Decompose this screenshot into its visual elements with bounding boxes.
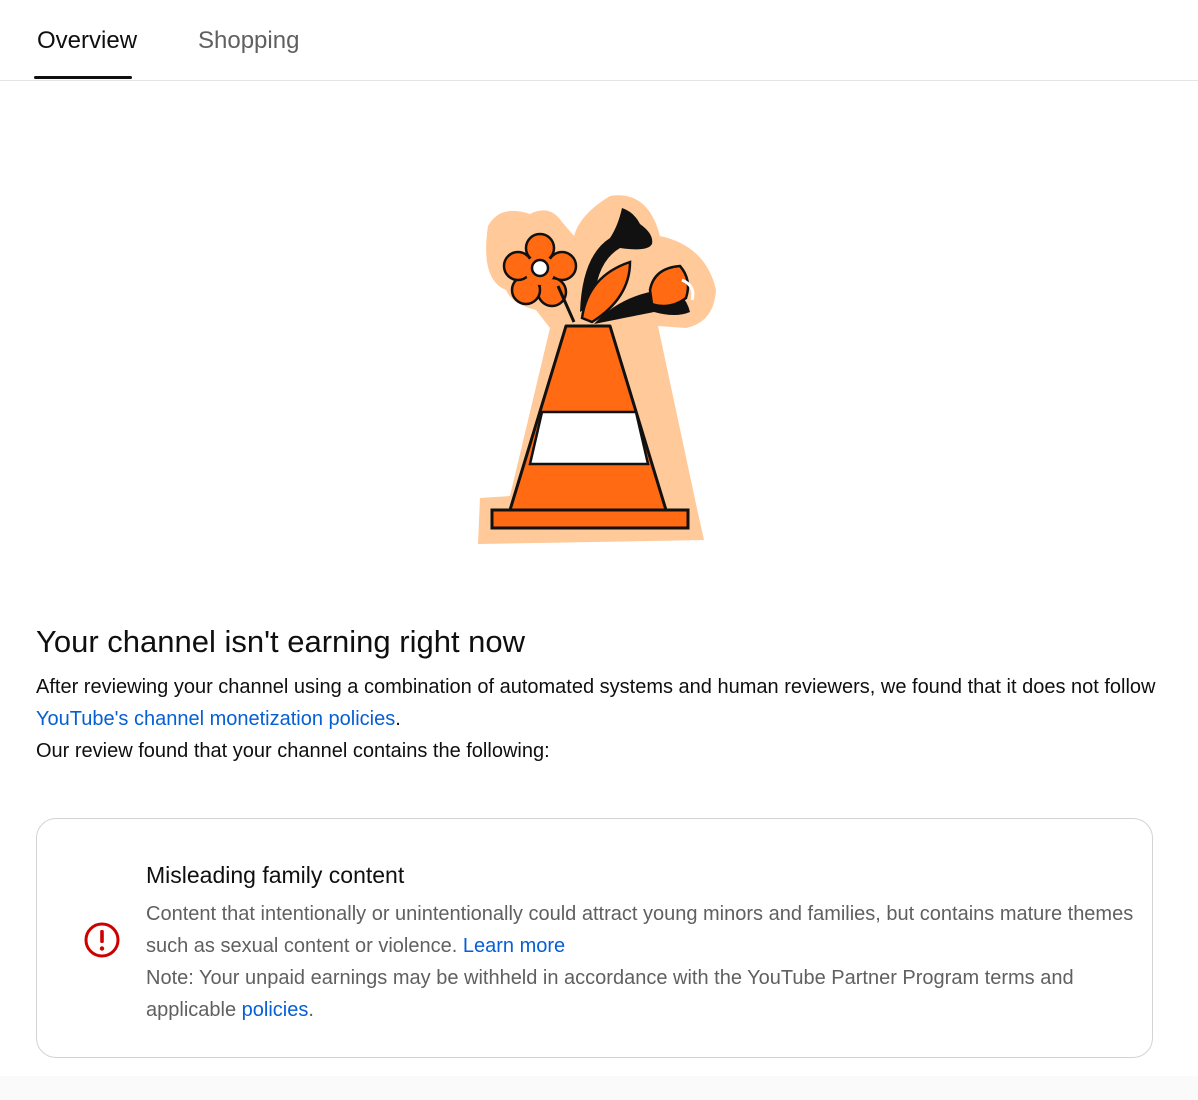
error-icon [84, 922, 120, 958]
review-line: Our review found that your channel conta… [36, 740, 550, 762]
footer-band [0, 1076, 1198, 1100]
intro-period: . [395, 708, 401, 730]
review-explanation: After reviewing your channel using a com… [36, 671, 1166, 767]
learn-more-link[interactable]: Learn more [463, 935, 565, 957]
issue-card: Misleading family content Content that i… [36, 818, 1153, 1058]
tab-bar: Overview Shopping [0, 0, 1198, 81]
active-tab-indicator [34, 76, 132, 79]
monetization-policies-link[interactable]: YouTube's channel monetization policies [36, 708, 395, 730]
intro-text: After reviewing your channel using a com… [36, 676, 1156, 698]
policies-link[interactable]: policies [242, 999, 309, 1021]
tab-shopping[interactable]: Shopping [198, 26, 299, 56]
issue-title: Misleading family content [146, 862, 405, 888]
note-period: . [308, 999, 314, 1021]
tab-overview[interactable]: Overview [37, 26, 137, 56]
issue-description: Content that intentionally or unintentio… [146, 898, 1136, 1026]
page-title: Your channel isn't earning right now [36, 624, 526, 659]
traffic-cone-illustration [478, 195, 716, 545]
issue-description-text: Content that intentionally or unintentio… [146, 903, 1134, 957]
